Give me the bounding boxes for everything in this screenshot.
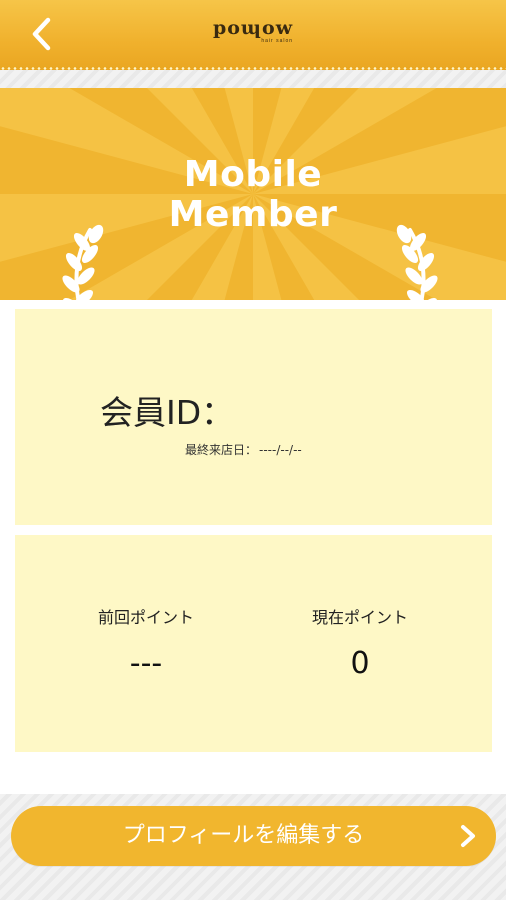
banner-title: Mobile Member bbox=[0, 155, 506, 235]
member-id-label: 会員ID： bbox=[100, 393, 235, 432]
app-header: poɰow hair salon bbox=[0, 0, 506, 70]
last-visit-label: 最終来店日： bbox=[185, 443, 258, 457]
banner-title-line1: Mobile bbox=[183, 154, 323, 195]
logo-text: poɰow bbox=[212, 17, 294, 39]
edit-profile-label: プロフィールを編集する bbox=[122, 823, 365, 848]
member-id-card bbox=[15, 309, 492, 525]
current-points-label: 現在ポイント bbox=[311, 608, 408, 627]
current-points-value: 0 bbox=[350, 646, 370, 681]
previous-points-value: --- bbox=[129, 646, 163, 681]
previous-points-label: 前回ポイント bbox=[97, 608, 194, 627]
chevron-right-icon bbox=[461, 825, 475, 847]
chevron-left-icon bbox=[32, 17, 51, 51]
back-button[interactable] bbox=[26, 16, 56, 52]
last-visit-value: ----/--/-- bbox=[259, 443, 302, 457]
last-visit: 最終来店日： ----/--/-- bbox=[185, 441, 302, 458]
edit-profile-button[interactable]: プロフィールを編集する bbox=[11, 806, 496, 866]
laurel-icon bbox=[62, 224, 104, 300]
mobile-member-banner: Mobile Member bbox=[0, 88, 506, 300]
laurel-icon bbox=[396, 224, 438, 300]
brand-logo: poɰow hair salon bbox=[213, 18, 293, 44]
